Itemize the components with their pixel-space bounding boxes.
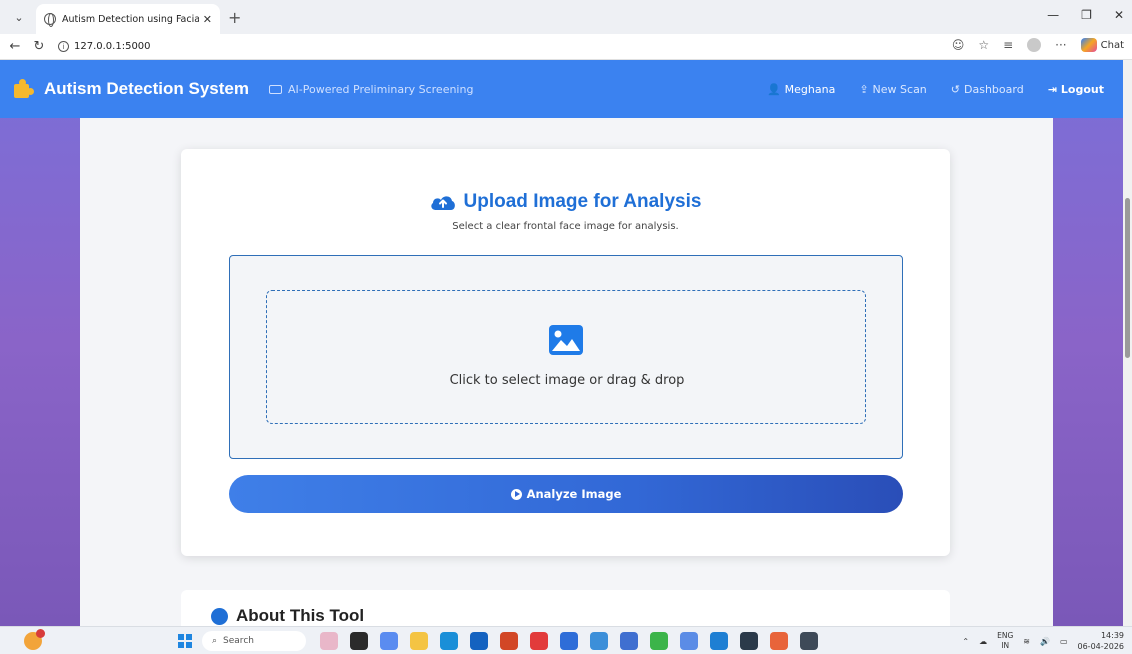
address-bar: ← ↻ i 127.0.0.1:5000 ☺ ☆ ≡ ··· Chat: [0, 34, 1132, 60]
site-info-icon[interactable]: i: [58, 41, 69, 52]
language-indicator[interactable]: ENG IN: [997, 631, 1013, 651]
cloud-tray-icon[interactable]: ☁: [979, 637, 987, 646]
about-card: About This Tool: [181, 590, 950, 626]
orange-app-icon[interactable]: [770, 632, 788, 650]
new-tab-icon[interactable]: +: [228, 8, 241, 27]
whatsapp-icon[interactable]: [650, 632, 668, 650]
browser-tab[interactable]: Autism Detection using Facial Feat ✕: [36, 4, 220, 34]
screen-icon: [269, 84, 282, 94]
image-icon: [549, 325, 583, 355]
refresh-icon[interactable]: ↻: [30, 39, 48, 54]
upload-card: Upload Image for Analysis Select a clear…: [181, 149, 950, 556]
minimize-icon[interactable]: —: [1047, 8, 1059, 22]
lang-code: ENG: [997, 631, 1014, 640]
desktop-app-icon[interactable]: [350, 632, 368, 650]
drop-zone[interactable]: Click to select image or drag & drop: [266, 290, 866, 424]
analyze-image-button[interactable]: Analyze Image: [229, 475, 903, 513]
copilot-app-icon[interactable]: [380, 632, 398, 650]
nav-user-label: Meghana: [784, 82, 836, 96]
widget-app-icon[interactable]: [320, 632, 338, 650]
tagline-text: AI-Powered Preliminary Screening: [288, 82, 474, 96]
back-icon[interactable]: ←: [6, 39, 24, 54]
close-window-icon[interactable]: ✕: [1114, 8, 1124, 22]
terminal-app-icon[interactable]: [740, 632, 758, 650]
info-circle-icon: [211, 607, 228, 625]
clock[interactable]: 14:39 06-04-2026: [1078, 630, 1125, 652]
restore-icon[interactable]: ❐: [1081, 8, 1092, 22]
nav-new-scan-label: New Scan: [872, 82, 927, 96]
taskbar-apps: [320, 632, 818, 650]
region-code: IN: [1001, 641, 1010, 650]
url-text: 127.0.0.1:5000: [74, 41, 151, 52]
puzzle-icon: [14, 79, 34, 99]
logout-icon: ⇥: [1047, 82, 1057, 96]
reader-icon[interactable]: ☺: [952, 38, 965, 52]
url-field[interactable]: i 127.0.0.1:5000: [58, 41, 151, 52]
nav-logout-label: Logout: [1060, 82, 1104, 96]
tray-chevron-icon[interactable]: ⌃: [962, 637, 969, 646]
taskbar-search[interactable]: ⌕ Search: [202, 631, 306, 651]
volume-icon[interactable]: 🔊: [1040, 637, 1050, 646]
page-scrollbar[interactable]: [1123, 60, 1132, 626]
search-icon: ⌕: [212, 636, 218, 646]
upload-title-text: Upload Image for Analysis: [463, 191, 702, 212]
app-navbar: Autism Detection System AI-Powered Preli…: [0, 60, 1123, 118]
powerpoint-app-icon[interactable]: [500, 632, 518, 650]
about-title: About This Tool: [211, 606, 364, 626]
user-icon: 👤: [766, 82, 781, 96]
cloud-upload-icon: [430, 194, 456, 211]
edge-browser-icon[interactable]: [440, 632, 458, 650]
brand-title[interactable]: Autism Detection System: [44, 79, 249, 99]
nav-user[interactable]: 👤 Meghana: [767, 83, 835, 96]
red-app-icon[interactable]: [530, 632, 548, 650]
nav-dashboard-label: Dashboard: [964, 82, 1024, 96]
clock-time: 14:39: [1100, 631, 1124, 640]
upload-icon: ⇪: [859, 82, 869, 96]
scrollbar-thumb[interactable]: [1125, 198, 1130, 358]
copilot-icon[interactable]: [1080, 38, 1097, 52]
taskbar-search-label: Search: [223, 636, 254, 646]
upload-subtitle: Select a clear frontal face image for an…: [452, 221, 679, 232]
vscode-icon[interactable]: [710, 632, 728, 650]
blue-app-icon[interactable]: [560, 632, 578, 650]
play-circle-icon: [510, 488, 522, 500]
file-explorer-icon[interactable]: [410, 632, 428, 650]
history-icon: ↺: [950, 82, 960, 96]
battery-icon[interactable]: ▭: [1060, 637, 1068, 646]
tab-title: Autism Detection using Facial Feat: [62, 13, 199, 25]
favorites-list-icon[interactable]: ≡: [1003, 38, 1013, 52]
wifi-icon[interactable]: ≋: [1023, 637, 1030, 646]
clock-date: 06-04-2026: [1077, 642, 1125, 651]
nav-new-scan[interactable]: ⇪ New Scan: [859, 83, 926, 96]
start-icon[interactable]: [178, 634, 192, 648]
weather-widget-icon[interactable]: [24, 628, 45, 650]
system-tray: ⌃ ☁ ENG IN ≋ 🔊 ▭ 14:39 06-04-2026: [962, 630, 1124, 652]
analyze-image-label: Analyze Image: [526, 487, 622, 501]
dark-app-icon[interactable]: [800, 632, 818, 650]
tagline: AI-Powered Preliminary Screening: [269, 83, 473, 96]
outlook-app-icon[interactable]: [470, 632, 488, 650]
page-viewport: Autism Detection System AI-Powered Preli…: [0, 60, 1132, 626]
drop-zone-text: Click to select image or drag & drop: [449, 373, 685, 388]
globe-icon: [44, 13, 56, 27]
teal-app-icon[interactable]: [590, 632, 608, 650]
windows-taskbar: ⌕ Search ⌃ ☁ ENG IN ≋ 🔊 ▭ 14:39 06-04-20…: [0, 626, 1132, 654]
docs-app-icon[interactable]: [620, 632, 638, 650]
about-title-text: About This Tool: [236, 606, 365, 625]
tab-search-chevron-icon[interactable]: ⌄: [6, 4, 32, 30]
more-menu-icon[interactable]: ···: [1055, 38, 1066, 52]
profile-avatar[interactable]: [1027, 38, 1042, 52]
upload-box: Click to select image or drag & drop: [229, 255, 903, 459]
chrome-icon[interactable]: [680, 632, 698, 650]
nav-dashboard[interactable]: ↺ Dashboard: [951, 83, 1024, 96]
favorite-star-icon[interactable]: ☆: [978, 38, 989, 52]
window-controls: — ❐ ✕: [1047, 8, 1124, 22]
upload-title: Upload Image for Analysis: [181, 191, 950, 213]
nav-links: 👤 Meghana ⇪ New Scan ↺ Dashboard ⇥ Logou…: [767, 60, 1123, 118]
browser-toolbar: ☺ ☆ ≡ ··· Chat: [952, 38, 1124, 52]
tab-close-icon[interactable]: ✕: [203, 13, 212, 26]
chat-label[interactable]: Chat: [1101, 40, 1124, 51]
nav-logout[interactable]: ⇥ Logout: [1048, 83, 1104, 96]
browser-tabstrip: ⌄ Autism Detection using Facial Feat ✕ +…: [0, 0, 1132, 34]
